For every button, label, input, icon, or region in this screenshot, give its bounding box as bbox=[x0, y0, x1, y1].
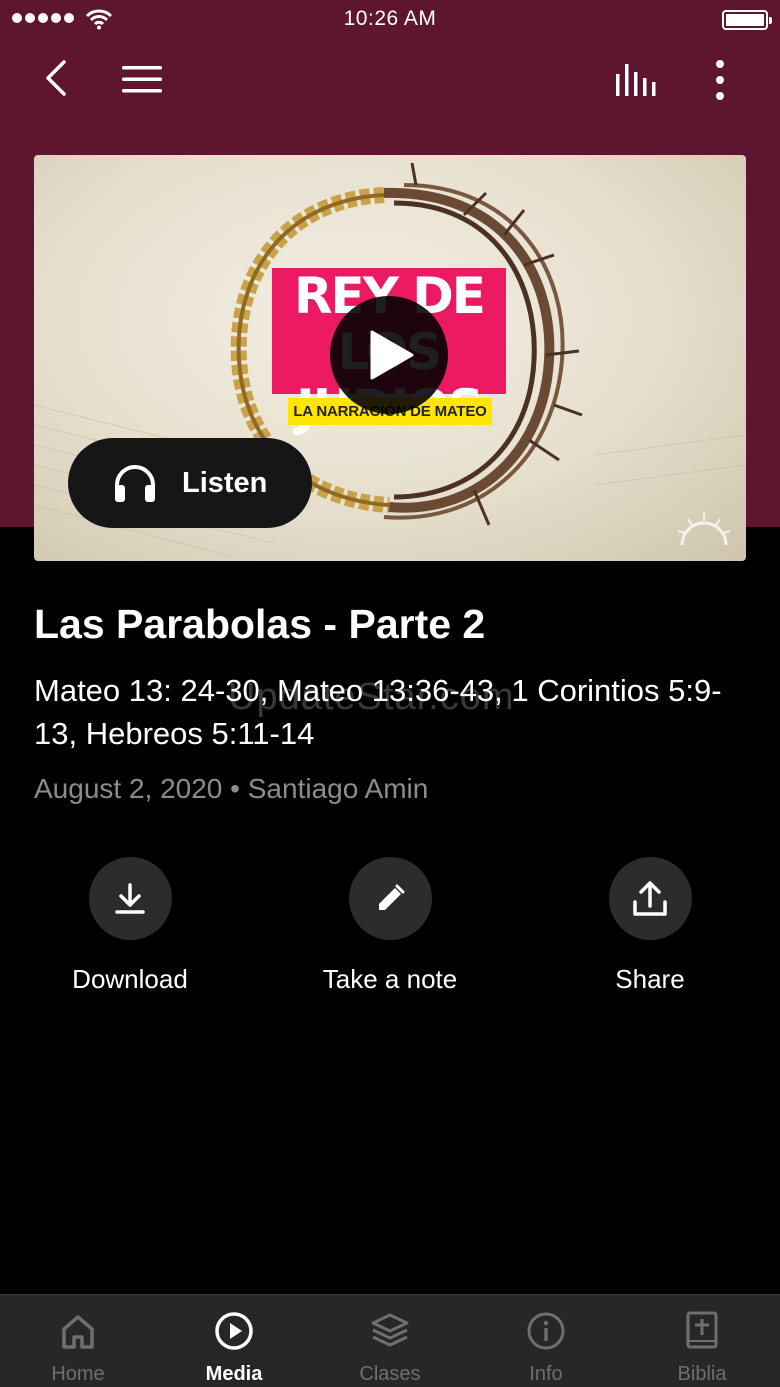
info-icon bbox=[527, 1312, 565, 1350]
back-button[interactable] bbox=[36, 56, 80, 100]
status-bar: 10:26 AM bbox=[0, 0, 780, 40]
pencil-icon bbox=[379, 884, 405, 910]
sermon-speaker: Santiago Amin bbox=[247, 773, 429, 804]
download-icon bbox=[115, 882, 145, 914]
share-circle[interactable] bbox=[608, 857, 692, 940]
layers-icon bbox=[371, 1313, 409, 1347]
status-time: 10:26 AM bbox=[343, 7, 437, 30]
tab-clases-label: Clases bbox=[359, 1363, 421, 1385]
sermon-meta: August 2, 2020 • Santiago Amin bbox=[34, 773, 428, 805]
bible-icon bbox=[686, 1311, 718, 1349]
tab-media[interactable]: Media bbox=[156, 1295, 312, 1387]
logo-watermark-icon bbox=[677, 513, 731, 546]
home-icon bbox=[62, 1315, 94, 1349]
take-note-button[interactable]: Take a note bbox=[290, 857, 490, 995]
more-options-button[interactable] bbox=[700, 56, 740, 104]
sermon-title: Las Parabolas - Parte 2 bbox=[34, 601, 486, 647]
tab-info-label: Info bbox=[529, 1363, 563, 1385]
take-note-circle[interactable] bbox=[348, 857, 432, 940]
battery-icon bbox=[722, 10, 772, 30]
tab-bar: Home Media Clases Info Biblia bbox=[0, 1294, 780, 1387]
tab-biblia-label: Biblia bbox=[677, 1363, 727, 1385]
tab-info[interactable]: Info bbox=[468, 1295, 624, 1387]
listen-button[interactable]: Listen bbox=[68, 438, 312, 528]
sermon-date: August 2, 2020 bbox=[34, 773, 223, 804]
tab-clases[interactable]: Clases bbox=[312, 1295, 468, 1387]
listen-label: Listen bbox=[182, 466, 268, 499]
headphones-icon bbox=[115, 465, 155, 502]
share-button[interactable]: Share bbox=[550, 857, 750, 995]
media-artwork[interactable]: REY DE LOS JUDIOS LA NARRACIÓN DE MATEO … bbox=[34, 155, 746, 561]
download-label: Download bbox=[72, 964, 188, 994]
tab-media-label: Media bbox=[205, 1363, 263, 1385]
download-circle[interactable] bbox=[88, 857, 172, 940]
download-button[interactable]: Download bbox=[30, 857, 230, 995]
meta-separator: • bbox=[230, 773, 240, 804]
tab-home[interactable]: Home bbox=[0, 1295, 156, 1387]
share-label: Share bbox=[615, 964, 685, 994]
audio-bars-button[interactable] bbox=[610, 58, 664, 102]
tab-biblia[interactable]: Biblia bbox=[624, 1295, 780, 1387]
play-circle-icon bbox=[215, 1312, 253, 1350]
take-note-label: Take a note bbox=[322, 964, 458, 994]
play-button[interactable] bbox=[330, 296, 448, 414]
tab-home-label: Home bbox=[51, 1363, 105, 1385]
play-icon bbox=[370, 330, 414, 380]
share-icon bbox=[633, 880, 667, 916]
menu-button[interactable] bbox=[118, 60, 166, 100]
watermark-text: UpdateStar.com bbox=[228, 676, 515, 718]
